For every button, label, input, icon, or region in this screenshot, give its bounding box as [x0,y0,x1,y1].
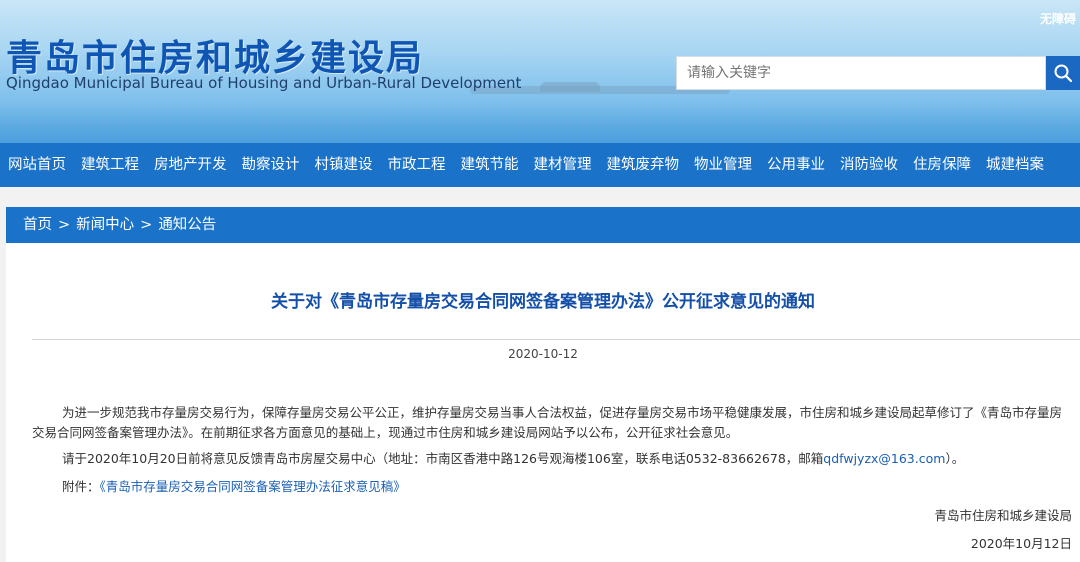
site-subtitle: Qingdao Municipal Bureau of Housing and … [6,74,522,92]
main-nav: 网站首页 建筑工程 房地产开发 勘察设计 村镇建设 市政工程 建筑节能 建材管理… [0,143,1080,187]
search-input[interactable] [676,56,1046,90]
nav-item-archives[interactable]: 城建档案 [978,143,1051,187]
nav-item-survey-design[interactable]: 勘察设计 [234,143,307,187]
nav-item-municipal[interactable]: 市政工程 [380,143,453,187]
breadcrumb-home[interactable]: 首页 [23,217,52,233]
nav-item-housing-security[interactable]: 住房保障 [905,143,978,187]
header-banner: 无障碍 青岛市住房和城乡建设局 Qingdao Municipal Bureau… [0,0,1080,143]
contact-text-end: ）。 [945,451,965,466]
article-panel: 关于对《青岛市存量房交易合同网签备案管理办法》公开征求意见的通知 2020-10… [6,243,1080,562]
banner-sea-backdrop [0,105,1080,143]
article-paragraph-contact: 请于2020年10月20日前将意见反馈青岛市房屋交易中心（地址：市南区香港中路1… [32,449,1072,469]
nav-item-materials[interactable]: 建材管理 [526,143,599,187]
nav-item-village-town[interactable]: 村镇建设 [307,143,380,187]
email-link[interactable]: qdfwjyzx@163.com [823,451,945,466]
nav-item-property[interactable]: 物业管理 [686,143,759,187]
nav-item-real-estate[interactable]: 房地产开发 [146,143,234,187]
breadcrumb-current[interactable]: 通知公告 [158,217,216,233]
attachment-label: 附件： [62,479,100,494]
article-date: 2020-10-12 [508,347,578,361]
accessibility-link[interactable]: 无障碍 [1040,10,1080,27]
contact-text: 请于2020年10月20日前将意见反馈青岛市房屋交易中心（地址：市南区香港中路1… [62,451,824,466]
search-icon [1054,64,1073,83]
title-divider [32,339,1080,340]
article-signature: 青岛市住房和城乡建设局 [934,508,1072,523]
article-title: 关于对《青岛市存量房交易合同网签备案管理办法》公开征求意见的通知 [271,292,815,312]
breadcrumb: 首页 > 新闻中心 > 通知公告 [6,207,1080,243]
breadcrumb-separator: > [58,217,71,233]
attachment-link[interactable]: 《青岛市存量房交易合同网签备案管理办法征求意见稿》 [100,479,406,494]
attachment-line: 附件：《青岛市存量房交易合同网签备案管理办法征求意见稿》 [32,477,1072,497]
nav-item-home[interactable]: 网站首页 [0,143,73,187]
search-button[interactable] [1046,56,1080,90]
nav-item-fire-acceptance[interactable]: 消防验收 [832,143,905,187]
nav-item-utilities[interactable]: 公用事业 [759,143,832,187]
nav-item-energy-saving[interactable]: 建筑节能 [453,143,526,187]
nav-item-waste[interactable]: 建筑废弃物 [599,143,687,187]
article-sign-date: 2020年10月12日 [970,536,1072,551]
breadcrumb-section[interactable]: 新闻中心 [76,217,134,233]
breadcrumb-separator: > [140,217,153,233]
article-paragraph: 为进一步规范我市存量房交易行为，保障存量房交易公平公正，维护存量房交易当事人合法… [32,405,1063,440]
nav-item-construction[interactable]: 建筑工程 [73,143,146,187]
